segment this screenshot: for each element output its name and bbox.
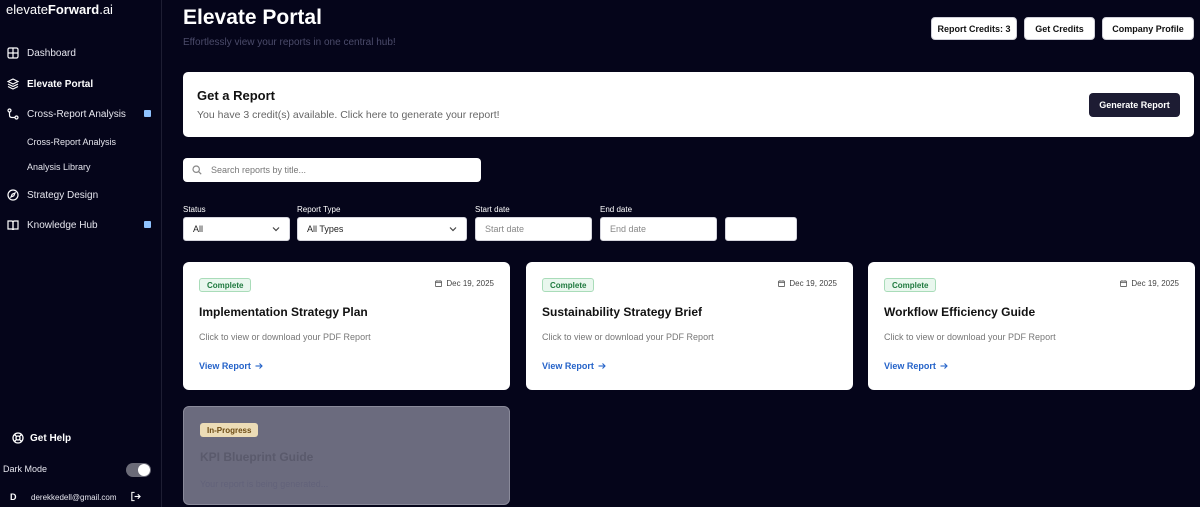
arrow-right-icon xyxy=(255,363,263,369)
report-card[interactable]: Complete Dec 19, 2025 Workflow Efficienc… xyxy=(868,262,1195,390)
book-icon xyxy=(7,220,19,231)
get-report-panel[interactable]: Get a Report You have 3 credit(s) availa… xyxy=(183,72,1194,137)
report-title: KPI Blueprint Guide xyxy=(200,450,314,464)
logout-icon[interactable] xyxy=(130,491,141,502)
start-date-label: Start date xyxy=(475,205,510,214)
calendar-icon xyxy=(435,280,443,287)
sidebar: elevateForward.ai Dashboard Elevate Port… xyxy=(0,0,162,507)
brand-logo[interactable]: elevateForward.ai xyxy=(6,2,113,17)
status-filter-label: Status xyxy=(183,205,206,214)
new-badge-icon xyxy=(144,221,151,228)
search-input[interactable] xyxy=(211,165,471,175)
arrow-right-icon xyxy=(598,363,606,369)
chevron-down-icon xyxy=(272,227,280,232)
get-credits-button[interactable]: Get Credits xyxy=(1024,17,1095,40)
arrow-right-icon xyxy=(940,363,948,369)
status-badge: Complete xyxy=(542,278,595,292)
get-help-link[interactable]: Get Help xyxy=(12,432,71,444)
status-badge: Complete xyxy=(199,278,252,292)
get-report-text: You have 3 credit(s) available. Click he… xyxy=(197,109,500,121)
page-subtitle: Effortlessly view your reports in one ce… xyxy=(183,37,396,48)
sidebar-subitem-cross-report-analysis[interactable]: Cross-Report Analysis xyxy=(27,137,116,147)
status-badge: In-Progress xyxy=(200,423,259,437)
report-title: Sustainability Strategy Brief xyxy=(542,305,703,319)
search-icon xyxy=(192,165,202,175)
dark-mode-label: Dark Mode xyxy=(3,464,48,474)
report-description: Click to view or download your PDF Repor… xyxy=(542,332,714,342)
calendar-icon xyxy=(1120,280,1128,287)
page-title: Elevate Portal xyxy=(183,6,322,29)
search-bar[interactable] xyxy=(183,158,481,182)
lifebuoy-icon xyxy=(12,432,24,444)
report-date: Dec 19, 2025 xyxy=(1120,279,1179,288)
generate-report-button[interactable]: Generate Report xyxy=(1089,93,1180,117)
view-report-link[interactable]: View Report xyxy=(542,361,606,371)
sidebar-item-cross-report-analysis[interactable]: Cross-Report Analysis xyxy=(7,105,157,123)
user-email: derekkedell@gmail.com xyxy=(31,493,117,502)
report-card[interactable]: Complete Dec 19, 2025 Implementation Str… xyxy=(183,262,510,390)
grid-icon xyxy=(7,47,19,59)
report-date: Dec 19, 2025 xyxy=(435,279,494,288)
report-title: Implementation Strategy Plan xyxy=(199,305,368,319)
report-title: Workflow Efficiency Guide xyxy=(884,305,1036,319)
chevron-down-icon xyxy=(449,227,457,232)
status-badge: Complete xyxy=(884,278,937,292)
new-badge-icon xyxy=(144,110,151,117)
get-report-title: Get a Report xyxy=(197,88,276,103)
branch-icon xyxy=(7,108,19,120)
calendar-icon xyxy=(778,280,786,287)
compass-icon xyxy=(7,189,19,201)
status-select[interactable]: All xyxy=(183,217,290,241)
report-card-in-progress: In-Progress KPI Blueprint Guide Your rep… xyxy=(183,406,510,505)
sidebar-item-knowledge-hub[interactable]: Knowledge Hub xyxy=(7,216,157,234)
end-date-input[interactable]: End date xyxy=(600,217,717,241)
report-card[interactable]: Complete Dec 19, 2025 Sustainability Str… xyxy=(526,262,853,390)
report-description: Click to view or download your PDF Repor… xyxy=(884,332,1056,342)
sidebar-item-strategy-design[interactable]: Strategy Design xyxy=(7,186,157,204)
dark-mode-toggle[interactable] xyxy=(126,463,151,477)
sidebar-subitem-analysis-library[interactable]: Analysis Library xyxy=(27,162,91,172)
sidebar-item-elevate-portal[interactable]: Elevate Portal xyxy=(7,75,157,93)
view-report-link[interactable]: View Report xyxy=(199,361,263,371)
avatar: D xyxy=(10,492,17,502)
view-report-link[interactable]: View Report xyxy=(884,361,948,371)
report-description: Your report is being generated... xyxy=(200,479,329,489)
sidebar-item-dashboard[interactable]: Dashboard xyxy=(7,44,157,62)
report-description: Click to view or download your PDF Repor… xyxy=(199,332,371,342)
report-credits-button[interactable]: Report Credits: 3 xyxy=(931,17,1017,40)
report-date: Dec 19, 2025 xyxy=(778,279,837,288)
company-profile-button[interactable]: Company Profile xyxy=(1102,17,1194,40)
report-type-select[interactable]: All Types xyxy=(297,217,467,241)
report-type-filter-label: Report Type xyxy=(297,205,341,214)
layers-icon xyxy=(7,78,19,90)
start-date-input[interactable]: Start date xyxy=(475,217,592,241)
filter-extra-field[interactable] xyxy=(725,217,797,241)
end-date-label: End date xyxy=(600,205,633,214)
